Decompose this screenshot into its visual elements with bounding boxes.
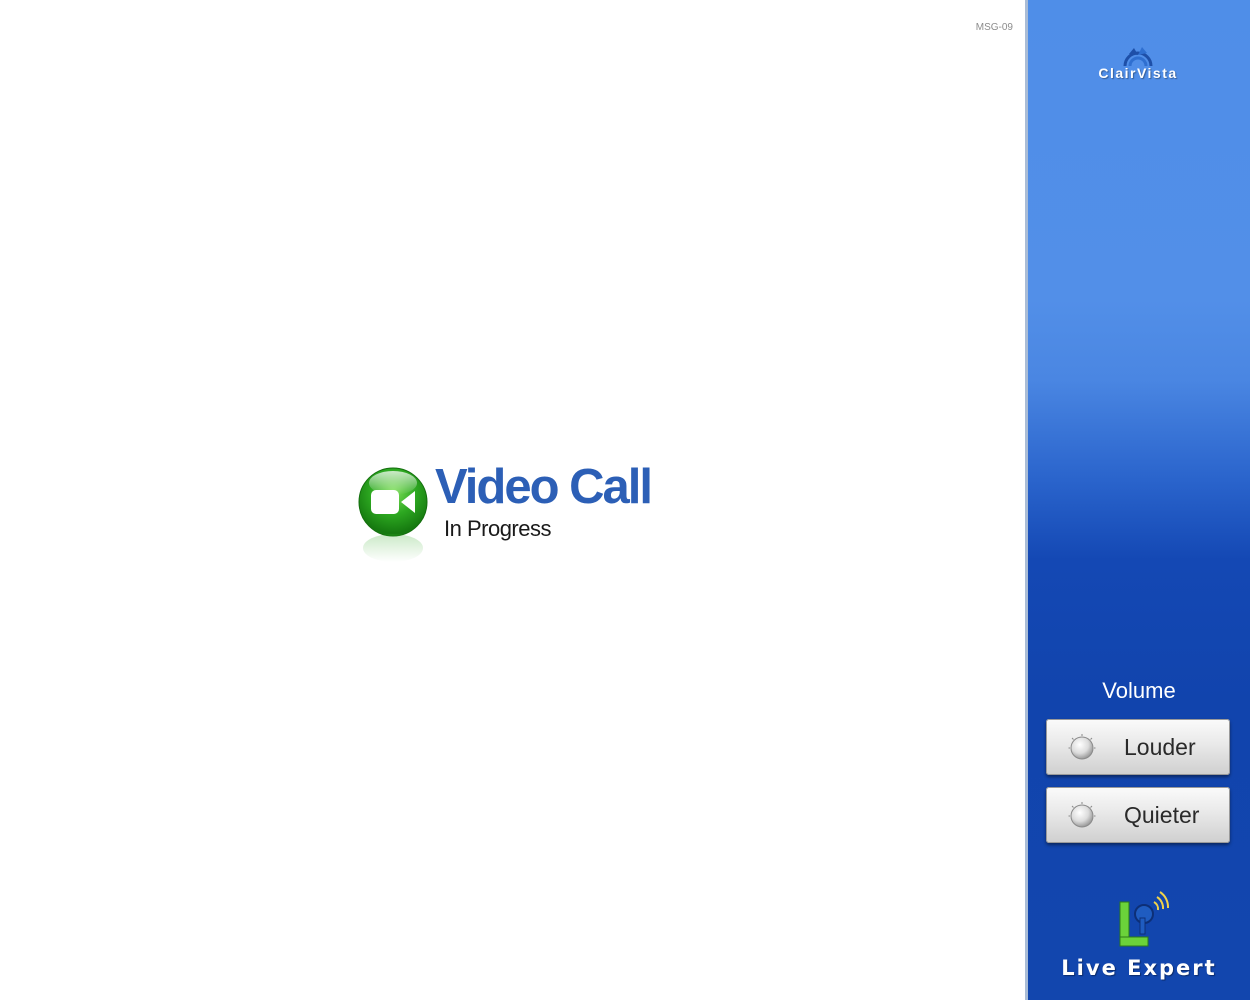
live-expert-logo: Live Expert xyxy=(1028,888,1250,988)
louder-button[interactable]: Louder xyxy=(1046,719,1230,775)
louder-label: Louder xyxy=(1124,734,1196,760)
sidebar: ClairVista Volume Louder Quieter Live Ex… xyxy=(1025,0,1250,1000)
call-subtitle: In Progress xyxy=(444,516,552,541)
knob-icon xyxy=(1068,802,1096,828)
brand-name: ClairVista xyxy=(1098,65,1178,81)
volume-label: Volume xyxy=(1102,678,1176,703)
brand-logo: ClairVista xyxy=(1083,45,1193,90)
quieter-label: Quieter xyxy=(1124,802,1200,828)
call-status-indicator: Video Call In Progress xyxy=(357,460,697,572)
quieter-button[interactable]: Quieter xyxy=(1046,787,1230,843)
main-content-area: MSG-09 Video Call In Progress xyxy=(0,0,1025,1000)
video-camera-icon xyxy=(358,467,428,562)
brand-fan-icon xyxy=(1123,47,1153,67)
screen-code-label: MSG-09 xyxy=(975,22,1013,33)
call-title: Video Call xyxy=(435,460,653,514)
live-expert-label: Live Expert xyxy=(1061,956,1217,980)
app-screen: MSG-09 Video Call In Progress ClairVista… xyxy=(0,0,1250,1000)
live-expert-icon xyxy=(1119,891,1170,947)
knob-icon xyxy=(1068,734,1096,760)
